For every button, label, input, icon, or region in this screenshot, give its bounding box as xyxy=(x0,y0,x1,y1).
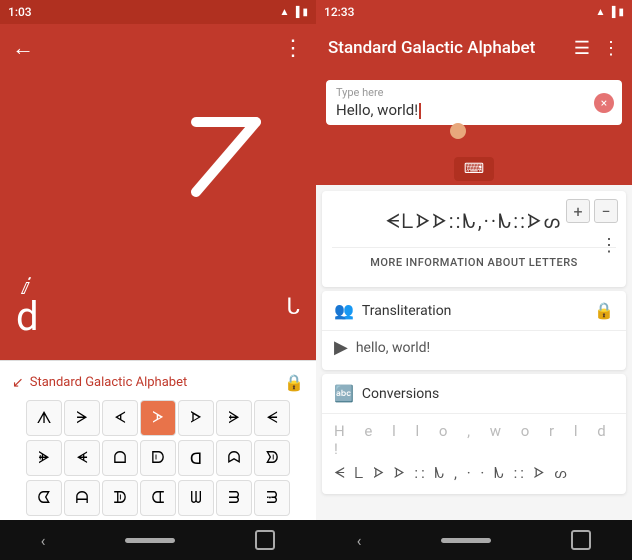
key-r2-c5[interactable]: ᗡ xyxy=(178,440,214,476)
galactic-controls: + − xyxy=(566,199,618,223)
conversions-icon: 🔤 xyxy=(334,384,354,403)
left-content-area: ⅈ d ᒐ xyxy=(0,72,316,360)
transliteration-card: 👥 Transliteration 🔒 ▶ hello, world! xyxy=(322,291,626,370)
zoom-in-button[interactable]: + xyxy=(566,199,590,223)
right-title: Standard Galactic Alphabet xyxy=(328,38,535,58)
transliteration-lock-icon[interactable]: 🔒 xyxy=(594,301,614,320)
right-panel: 12:33 ▲ ▐ ▮ Standard Galactic Alphabet ☰… xyxy=(316,0,632,560)
keyboard-toggle-area: ⌨ xyxy=(316,149,632,185)
keyboard-row-3: ᗧ ᗩ ᗫ ᗭ ᗯ ᗱ ᗳ xyxy=(4,480,312,516)
key-r3-c2[interactable]: ᗩ xyxy=(64,480,100,516)
key-r1-c1[interactable]: ᗑ xyxy=(26,400,62,436)
input-value[interactable]: Hello, world! xyxy=(336,101,586,119)
key-r2-c4[interactable]: ᗟ xyxy=(140,440,176,476)
key-r1-c4-highlighted[interactable]: ᗆ xyxy=(140,400,176,436)
left-home-bar[interactable] xyxy=(125,538,175,543)
key-r1-c3[interactable]: ᗉ xyxy=(102,400,138,436)
right-bottom-nav: ‹ xyxy=(316,520,632,560)
transliteration-title: 👥 Transliteration xyxy=(334,301,451,320)
large-slash-char xyxy=(186,112,266,202)
play-row: ▶ hello, world! xyxy=(322,330,626,370)
right-recents-icon[interactable] xyxy=(571,530,591,550)
key-r2-c6[interactable]: ᗣ xyxy=(216,440,252,476)
right-toolbar-icons: ☰ ⋮ xyxy=(574,38,620,59)
text-cursor xyxy=(419,103,421,119)
wifi-icon: ▲ xyxy=(279,7,289,18)
left-status-bar: 1:03 ▲ ▐ ▮ xyxy=(0,0,316,24)
left-status-icons: ▲ ▐ ▮ xyxy=(279,7,308,18)
keyboard-lock-icon[interactable]: 🔒 xyxy=(284,373,304,392)
keyboard-rows: ᗑ ᗒ ᗉ ᗆ ᗌ ᗓ ᗕ ᗙ ᗛ ᗝ ᗟ ᗡ ᗣ ᗥ ᗧ ᗩ xyxy=(4,400,312,516)
galactic-more-button[interactable]: ⋮ xyxy=(600,235,618,256)
key-r3-c6[interactable]: ᗱ xyxy=(216,480,252,516)
key-r2-c1[interactable]: ᗙ xyxy=(26,440,62,476)
more-options-icon[interactable]: ⋮ xyxy=(282,36,304,61)
galactic-display-card: + − ⋮ ᗕᒪᗌᗌ::ᗃ,··ᗃ::ᗌᔕ MORE INFORMATION A… xyxy=(322,191,626,287)
key-r2-c7[interactable]: ᗥ xyxy=(254,440,290,476)
key-r2-c3[interactable]: ᗝ xyxy=(102,440,138,476)
transliteration-icon: 👥 xyxy=(334,301,354,320)
right-status-icons: ▲ ▐ ▮ xyxy=(595,7,624,18)
galactic-converted-text: ᗕ ᒪ ᗌ ᗌ :: ᗃ , · · ᗃ :: ᗌ ᔕ xyxy=(334,464,614,482)
left-toolbar: ← ⋮ xyxy=(0,24,316,72)
play-text: hello, world! xyxy=(356,340,430,356)
keyboard-row-1: ᗑ ᗒ ᗉ ᗆ ᗌ ᗓ ᗕ xyxy=(4,400,312,436)
right-home-bar[interactable] xyxy=(441,538,491,543)
key-r1-c7[interactable]: ᗕ xyxy=(254,400,290,436)
keyboard-panel: ↙ Standard Galactic Alphabet 🔒 ᗑ ᗒ ᗉ ᗆ ᗌ… xyxy=(0,360,316,520)
left-panel: 1:03 ▲ ▐ ▮ ← ⋮ ⅈ d ᒐ ↙ Standard Galactic… xyxy=(0,0,316,560)
right-toolbar: Standard Galactic Alphabet ☰ ⋮ xyxy=(316,24,632,72)
right-bracket-char: ᒐ xyxy=(286,295,300,320)
input-slider-handle[interactable] xyxy=(450,123,466,139)
keyboard-row-2: ᗙ ᗛ ᗝ ᗟ ᗡ ᗣ ᗥ xyxy=(4,440,312,476)
battery-icon: ▮ xyxy=(302,7,308,18)
input-area: Type here Hello, world! × xyxy=(316,72,632,149)
left-time: 1:03 xyxy=(8,5,32,19)
list-icon[interactable]: ☰ xyxy=(574,38,590,59)
key-r1-c6[interactable]: ᗓ xyxy=(216,400,252,436)
conversions-card: 🔤 Conversions H e l l o , w o r l d ! ᗕ … xyxy=(322,374,626,494)
right-battery-icon: ▮ xyxy=(618,7,624,18)
right-signal-icon: ▐ xyxy=(608,7,615,18)
keyboard-title: ↙ Standard Galactic Alphabet xyxy=(12,375,187,391)
conversions-content: H e l l o , w o r l d ! ᗕ ᒪ ᗌ ᗌ :: ᗃ , ·… xyxy=(322,413,626,494)
big-d-char: d xyxy=(16,293,39,340)
right-wifi-icon: ▲ xyxy=(595,7,605,18)
zoom-out-button[interactable]: − xyxy=(594,199,618,223)
transliteration-header: 👥 Transliteration 🔒 xyxy=(322,291,626,330)
right-time: 12:33 xyxy=(324,5,354,19)
input-clear-button[interactable]: × xyxy=(594,93,614,113)
right-back-nav-icon[interactable]: ‹ xyxy=(357,531,362,550)
input-box[interactable]: Type here Hello, world! × xyxy=(326,80,622,125)
more-options-right-icon[interactable]: ⋮ xyxy=(602,38,620,59)
key-r3-c1[interactable]: ᗧ xyxy=(26,480,62,516)
key-r2-c2[interactable]: ᗛ xyxy=(64,440,100,476)
conversions-header: 🔤 Conversions xyxy=(322,374,626,413)
key-r1-c5[interactable]: ᗌ xyxy=(178,400,214,436)
hello-world-spaced-text: H e l l o , w o r l d ! xyxy=(334,422,614,458)
keyboard-title-arrow: ↙ xyxy=(12,375,24,391)
key-r1-c2[interactable]: ᗒ xyxy=(64,400,100,436)
more-info-button[interactable]: MORE INFORMATION ABOUT LETTERS xyxy=(332,247,616,277)
play-button[interactable]: ▶ xyxy=(334,337,348,358)
keyboard-header: ↙ Standard Galactic Alphabet 🔒 xyxy=(4,369,312,400)
input-placeholder: Type here xyxy=(336,86,586,99)
back-icon[interactable]: ← xyxy=(12,35,34,61)
left-recents-icon[interactable] xyxy=(255,530,275,550)
right-status-bar: 12:33 ▲ ▐ ▮ xyxy=(316,0,632,24)
main-content: + − ⋮ ᗕᒪᗌᗌ::ᗃ,··ᗃ::ᗌᔕ MORE INFORMATION A… xyxy=(316,185,632,520)
key-r3-c4[interactable]: ᗭ xyxy=(140,480,176,516)
key-r3-c7[interactable]: ᗳ xyxy=(254,480,290,516)
key-r3-c3[interactable]: ᗫ xyxy=(102,480,138,516)
key-r3-c5[interactable]: ᗯ xyxy=(178,480,214,516)
left-bottom-nav: ‹ xyxy=(0,520,316,560)
left-back-nav-icon[interactable]: ‹ xyxy=(41,531,46,550)
keyboard-title-text: Standard Galactic Alphabet xyxy=(30,375,188,390)
conversions-title: Conversions xyxy=(362,386,439,402)
keyboard-toggle-button[interactable]: ⌨ xyxy=(454,157,494,181)
signal-icon: ▐ xyxy=(292,7,299,18)
